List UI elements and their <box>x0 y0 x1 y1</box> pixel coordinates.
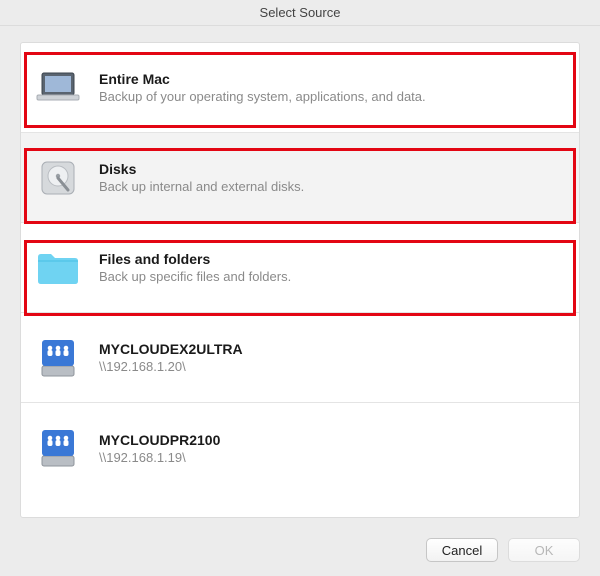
window-title: Select Source <box>0 0 600 26</box>
cancel-button[interactable]: Cancel <box>426 538 498 562</box>
dialog-footer: Cancel OK <box>426 538 580 562</box>
option-title: Disks <box>99 161 304 177</box>
laptop-icon <box>35 65 81 111</box>
option-title: MYCLOUDPR2100 <box>99 432 220 448</box>
source-option-disks[interactable]: Disks Back up internal and external disk… <box>21 133 579 223</box>
option-subtitle: \\192.168.1.19\ <box>99 450 220 465</box>
source-option-network-share[interactable]: MYCLOUDEX2ULTRA \\192.168.1.20\ <box>21 313 579 403</box>
source-option-entire-mac[interactable]: Entire Mac Backup of your operating syst… <box>21 43 579 133</box>
option-subtitle: \\192.168.1.20\ <box>99 359 243 374</box>
network-drive-icon <box>35 335 81 381</box>
option-subtitle: Back up specific files and folders. <box>99 269 291 284</box>
folder-icon <box>35 245 81 291</box>
option-title: Files and folders <box>99 251 291 267</box>
option-title: Entire Mac <box>99 71 426 87</box>
source-option-files-folders[interactable]: Files and folders Back up specific files… <box>21 223 579 313</box>
source-list: Entire Mac Backup of your operating syst… <box>20 42 580 518</box>
option-subtitle: Backup of your operating system, applica… <box>99 89 426 104</box>
network-drive-icon <box>35 425 81 471</box>
ok-button[interactable]: OK <box>508 538 580 562</box>
source-option-network-share[interactable]: MYCLOUDPR2100 \\192.168.1.19\ <box>21 403 579 493</box>
option-title: MYCLOUDEX2ULTRA <box>99 341 243 357</box>
option-subtitle: Back up internal and external disks. <box>99 179 304 194</box>
hard-drive-icon <box>35 155 81 201</box>
